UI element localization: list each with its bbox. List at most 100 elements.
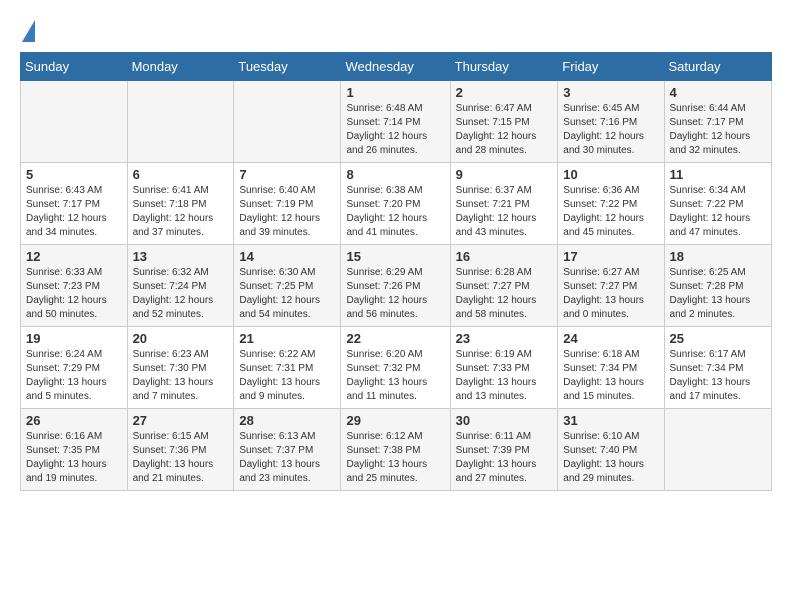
calendar-cell: 5 Sunrise: 6:43 AM Sunset: 7:17 PM Daylig… xyxy=(21,163,128,245)
day-info: Sunrise: 6:10 AM Sunset: 7:40 PM Dayligh… xyxy=(563,430,658,486)
calendar-cell: 6 Sunrise: 6:41 AM Sunset: 7:18 PM Daylig… xyxy=(127,163,234,245)
calendar-cell: 12 Sunrise: 6:33 AM Sunset: 7:23 PM Dayli… xyxy=(21,245,128,327)
day-info: Sunrise: 6:45 AM Sunset: 7:16 PM Dayligh… xyxy=(563,102,658,158)
day-info: Sunrise: 6:19 AM Sunset: 7:33 PM Dayligh… xyxy=(456,348,553,404)
calendar-cell: 17 Sunrise: 6:27 AM Sunset: 7:27 PM Dayli… xyxy=(558,245,664,327)
day-number: 24 xyxy=(563,331,658,346)
day-info: Sunrise: 6:17 AM Sunset: 7:34 PM Dayligh… xyxy=(670,348,766,404)
calendar-cell: 18 Sunrise: 6:25 AM Sunset: 7:28 PM Dayli… xyxy=(664,245,771,327)
calendar-cell: 15 Sunrise: 6:29 AM Sunset: 7:26 PM Dayli… xyxy=(341,245,450,327)
day-info: Sunrise: 6:23 AM Sunset: 7:30 PM Dayligh… xyxy=(133,348,229,404)
calendar-week-row: 26 Sunrise: 6:16 AM Sunset: 7:35 PM Dayli… xyxy=(21,409,772,491)
day-number: 31 xyxy=(563,413,658,428)
header-sunday: Sunday xyxy=(21,53,128,81)
calendar-cell: 23 Sunrise: 6:19 AM Sunset: 7:33 PM Dayli… xyxy=(450,327,558,409)
logo xyxy=(20,20,35,42)
day-info: Sunrise: 6:28 AM Sunset: 7:27 PM Dayligh… xyxy=(456,266,553,322)
day-info: Sunrise: 6:27 AM Sunset: 7:27 PM Dayligh… xyxy=(563,266,658,322)
day-info: Sunrise: 6:20 AM Sunset: 7:32 PM Dayligh… xyxy=(346,348,444,404)
day-number: 17 xyxy=(563,249,658,264)
calendar-header-row: SundayMondayTuesdayWednesdayThursdayFrid… xyxy=(21,53,772,81)
header-tuesday: Tuesday xyxy=(234,53,341,81)
day-number: 26 xyxy=(26,413,122,428)
day-info: Sunrise: 6:15 AM Sunset: 7:36 PM Dayligh… xyxy=(133,430,229,486)
calendar-cell: 7 Sunrise: 6:40 AM Sunset: 7:19 PM Daylig… xyxy=(234,163,341,245)
day-info: Sunrise: 6:13 AM Sunset: 7:37 PM Dayligh… xyxy=(239,430,335,486)
day-number: 11 xyxy=(670,167,766,182)
calendar-cell: 14 Sunrise: 6:30 AM Sunset: 7:25 PM Dayli… xyxy=(234,245,341,327)
calendar-cell: 2 Sunrise: 6:47 AM Sunset: 7:15 PM Daylig… xyxy=(450,81,558,163)
calendar-cell xyxy=(234,81,341,163)
day-number: 29 xyxy=(346,413,444,428)
calendar-week-row: 5 Sunrise: 6:43 AM Sunset: 7:17 PM Daylig… xyxy=(21,163,772,245)
calendar-week-row: 19 Sunrise: 6:24 AM Sunset: 7:29 PM Dayli… xyxy=(21,327,772,409)
day-info: Sunrise: 6:38 AM Sunset: 7:20 PM Dayligh… xyxy=(346,184,444,240)
header-thursday: Thursday xyxy=(450,53,558,81)
day-number: 22 xyxy=(346,331,444,346)
header-saturday: Saturday xyxy=(664,53,771,81)
calendar-cell: 27Sunrise: 6:15 AM Sunset: 7:36 PM Dayli… xyxy=(127,409,234,491)
day-info: Sunrise: 6:24 AM Sunset: 7:29 PM Dayligh… xyxy=(26,348,122,404)
day-number: 6 xyxy=(133,167,229,182)
day-info: Sunrise: 6:16 AM Sunset: 7:35 PM Dayligh… xyxy=(26,430,122,486)
day-number: 4 xyxy=(670,85,766,100)
day-number: 3 xyxy=(563,85,658,100)
day-number: 20 xyxy=(133,331,229,346)
calendar-cell xyxy=(664,409,771,491)
calendar-cell: 28 Sunrise: 6:13 AM Sunset: 7:37 PM Dayli… xyxy=(234,409,341,491)
day-info: Sunrise: 6:30 AM Sunset: 7:25 PM Dayligh… xyxy=(239,266,335,322)
calendar-cell: 25 Sunrise: 6:17 AM Sunset: 7:34 PM Dayli… xyxy=(664,327,771,409)
day-number: 15 xyxy=(346,249,444,264)
day-info: Sunrise: 6:32 AM Sunset: 7:24 PM Dayligh… xyxy=(133,266,229,322)
header-monday: Monday xyxy=(127,53,234,81)
calendar-cell: 22 Sunrise: 6:20 AM Sunset: 7:32 PM Dayli… xyxy=(341,327,450,409)
day-number: 1 xyxy=(346,85,444,100)
calendar-cell: 26 Sunrise: 6:16 AM Sunset: 7:35 PM Dayli… xyxy=(21,409,128,491)
day-info: Sunrise: 6:12 AM Sunset: 7:38 PM Dayligh… xyxy=(346,430,444,486)
day-info: Sunrise: 6:36 AM Sunset: 7:22 PM Dayligh… xyxy=(563,184,658,240)
day-number: 7 xyxy=(239,167,335,182)
calendar-cell: 21 Sunrise: 6:22 AM Sunset: 7:31 PM Dayli… xyxy=(234,327,341,409)
calendar-cell: 4 Sunrise: 6:44 AM Sunset: 7:17 PM Daylig… xyxy=(664,81,771,163)
day-number: 25 xyxy=(670,331,766,346)
calendar-cell: 19 Sunrise: 6:24 AM Sunset: 7:29 PM Dayli… xyxy=(21,327,128,409)
day-info: Sunrise: 6:29 AM Sunset: 7:26 PM Dayligh… xyxy=(346,266,444,322)
header-friday: Friday xyxy=(558,53,664,81)
header-wednesday: Wednesday xyxy=(341,53,450,81)
day-number: 13 xyxy=(133,249,229,264)
logo-triangle-icon xyxy=(22,20,35,42)
day-info: Sunrise: 6:48 AM Sunset: 7:14 PM Dayligh… xyxy=(346,102,444,158)
day-number: 14 xyxy=(239,249,335,264)
calendar-cell: 31 Sunrise: 6:10 AM Sunset: 7:40 PM Dayli… xyxy=(558,409,664,491)
day-number: 12 xyxy=(26,249,122,264)
day-info: Sunrise: 6:47 AM Sunset: 7:15 PM Dayligh… xyxy=(456,102,553,158)
day-number: 16 xyxy=(456,249,553,264)
day-number: 9 xyxy=(456,167,553,182)
day-info: Sunrise: 6:40 AM Sunset: 7:19 PM Dayligh… xyxy=(239,184,335,240)
calendar-cell: 11Sunrise: 6:34 AM Sunset: 7:22 PM Dayli… xyxy=(664,163,771,245)
day-info: Sunrise: 6:43 AM Sunset: 7:17 PM Dayligh… xyxy=(26,184,122,240)
calendar-cell: 16 Sunrise: 6:28 AM Sunset: 7:27 PM Dayli… xyxy=(450,245,558,327)
day-info: Sunrise: 6:41 AM Sunset: 7:18 PM Dayligh… xyxy=(133,184,229,240)
day-info: Sunrise: 6:22 AM Sunset: 7:31 PM Dayligh… xyxy=(239,348,335,404)
calendar-cell: 8 Sunrise: 6:38 AM Sunset: 7:20 PM Daylig… xyxy=(341,163,450,245)
day-info: Sunrise: 6:37 AM Sunset: 7:21 PM Dayligh… xyxy=(456,184,553,240)
calendar-cell xyxy=(21,81,128,163)
day-number: 8 xyxy=(346,167,444,182)
day-number: 21 xyxy=(239,331,335,346)
day-number: 2 xyxy=(456,85,553,100)
calendar-cell: 29 Sunrise: 6:12 AM Sunset: 7:38 PM Dayli… xyxy=(341,409,450,491)
day-number: 19 xyxy=(26,331,122,346)
page-header xyxy=(20,20,772,42)
day-number: 18 xyxy=(670,249,766,264)
day-info: Sunrise: 6:25 AM Sunset: 7:28 PM Dayligh… xyxy=(670,266,766,322)
day-number: 5 xyxy=(26,167,122,182)
calendar-cell: 20 Sunrise: 6:23 AM Sunset: 7:30 PM Dayli… xyxy=(127,327,234,409)
day-number: 28 xyxy=(239,413,335,428)
day-info: Sunrise: 6:33 AM Sunset: 7:23 PM Dayligh… xyxy=(26,266,122,322)
calendar-table: SundayMondayTuesdayWednesdayThursdayFrid… xyxy=(20,52,772,491)
calendar-cell xyxy=(127,81,234,163)
day-number: 23 xyxy=(456,331,553,346)
calendar-cell: 1 Sunrise: 6:48 AM Sunset: 7:14 PM Daylig… xyxy=(341,81,450,163)
day-info: Sunrise: 6:44 AM Sunset: 7:17 PM Dayligh… xyxy=(670,102,766,158)
